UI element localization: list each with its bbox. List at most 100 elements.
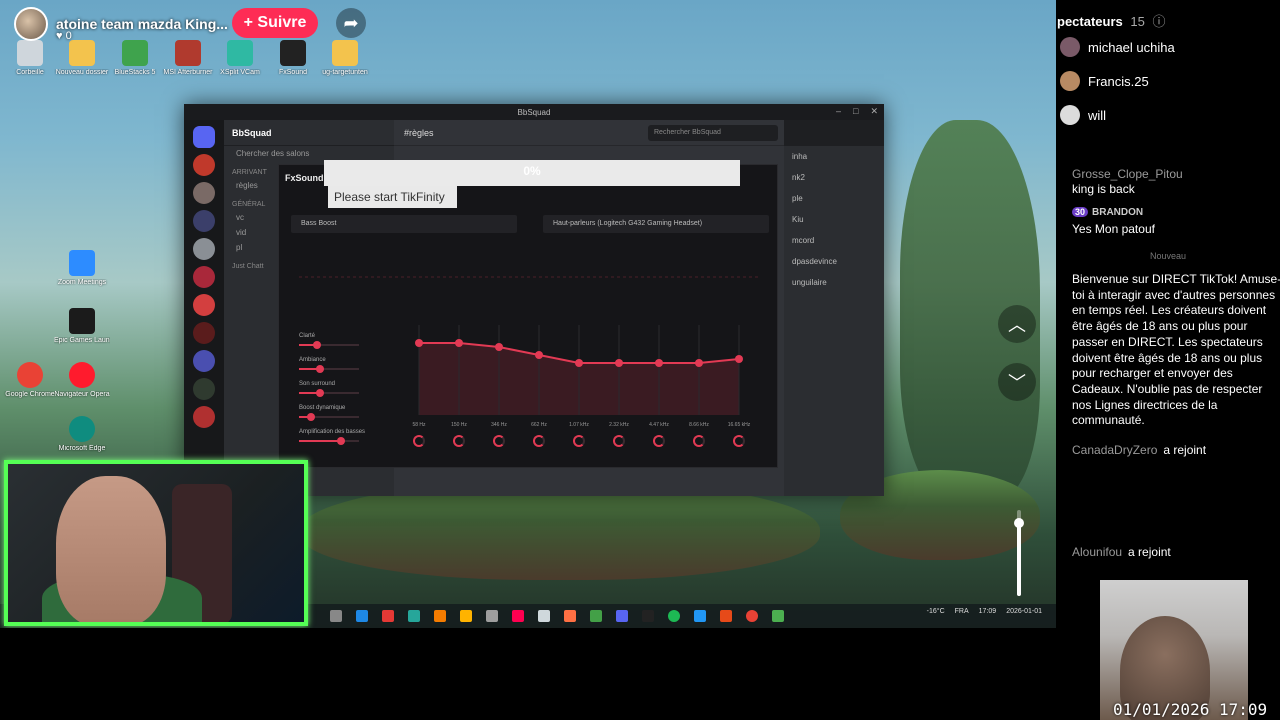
top-viewer[interactable]: will <box>1060 104 1106 126</box>
desktop-icon[interactable]: XSplit VCam <box>212 38 268 94</box>
chevron-up-icon[interactable]: ︿ <box>998 305 1036 343</box>
eq-band-handle[interactable] <box>495 343 503 351</box>
desktop-icon[interactable]: Navigateur Opera <box>54 360 110 416</box>
server-icon[interactable] <box>193 154 215 176</box>
volume-knob[interactable] <box>1014 517 1024 528</box>
eq-band-knob[interactable] <box>573 435 585 447</box>
member-item[interactable]: inha <box>784 146 884 167</box>
slider-knob[interactable] <box>313 341 321 349</box>
slider-knob[interactable] <box>307 413 315 421</box>
member-item[interactable]: Kiu <box>784 209 884 230</box>
spotify-icon[interactable] <box>668 610 680 622</box>
eq-band-knob[interactable] <box>653 435 665 447</box>
app-icon[interactable] <box>720 610 732 622</box>
app-icon[interactable] <box>564 610 576 622</box>
maximize-icon[interactable]: □ <box>853 106 858 117</box>
folder-icon[interactable] <box>460 610 472 622</box>
member-item[interactable]: ple <box>784 188 884 209</box>
slider-knob[interactable] <box>316 389 324 397</box>
viewer-count[interactable]: pectateurs 15 ⓘ <box>1057 11 1165 30</box>
effect-slider[interactable] <box>299 341 359 349</box>
desktop-icon[interactable]: Epic Games Launcher <box>54 306 110 362</box>
eq-band-handle[interactable] <box>455 339 463 347</box>
server-icon[interactable] <box>193 238 215 260</box>
desktop-icon[interactable]: Zoom Meetings <box>54 248 110 304</box>
server-icon[interactable] <box>193 322 215 344</box>
app-icon[interactable] <box>538 610 550 622</box>
eq-band-knob[interactable] <box>493 435 505 447</box>
eq-band-handle[interactable] <box>615 359 623 367</box>
app-icon[interactable] <box>772 610 784 622</box>
chevron-down-icon[interactable]: ﹀ <box>998 363 1036 401</box>
eq-band-handle[interactable] <box>535 351 543 359</box>
streamer-avatar[interactable] <box>14 7 48 41</box>
eq-band-handle[interactable] <box>655 359 663 367</box>
app-icon[interactable] <box>694 610 706 622</box>
desktop-icon[interactable]: Google Chrome <box>2 360 58 416</box>
eq-band-knob[interactable] <box>613 435 625 447</box>
eq-band-handle[interactable] <box>695 359 703 367</box>
server-icon[interactable] <box>193 378 215 400</box>
effect-slider[interactable] <box>299 365 359 373</box>
member-item[interactable]: mcord <box>784 230 884 251</box>
eq-band-knob[interactable] <box>533 435 545 447</box>
tray-time[interactable]: 17:09 <box>979 608 997 615</box>
language-indicator[interactable]: FRA <box>955 608 969 615</box>
weather-temp[interactable]: -16°C <box>927 608 945 615</box>
minimize-icon[interactable]: – <box>836 106 841 117</box>
eq-band-handle[interactable] <box>575 359 583 367</box>
top-viewer[interactable]: michael uchiha <box>1060 36 1175 58</box>
desktop-icon[interactable]: Corbeille <box>2 38 58 94</box>
eq-band-knob[interactable] <box>733 435 745 447</box>
app-icon[interactable] <box>434 610 446 622</box>
chat-username[interactable]: Grosse_Clope_Pitou <box>1072 167 1183 181</box>
tiktok-icon[interactable] <box>512 610 524 622</box>
slider-knob[interactable] <box>316 365 324 373</box>
channel-search[interactable]: Chercher des salons <box>224 146 394 161</box>
share-icon[interactable]: ➦ <box>336 8 366 38</box>
fxsound-icon[interactable] <box>642 610 654 622</box>
server-icon[interactable] <box>193 350 215 372</box>
streamer-info[interactable]: atoine team mazda King... ♥ 0 <box>14 7 228 42</box>
effect-slider[interactable] <box>299 437 359 445</box>
chrome-icon[interactable] <box>746 610 758 622</box>
xbox-icon[interactable] <box>590 610 602 622</box>
desktop-icon[interactable]: BlueStacks 5 <box>107 38 163 94</box>
server-name[interactable]: BbSquad <box>224 120 394 146</box>
app-icon[interactable] <box>382 610 394 622</box>
member-item[interactable]: unguilaire <box>784 272 884 293</box>
chat-username[interactable]: 30 BRANDON <box>1072 207 1143 218</box>
server-icon[interactable] <box>193 210 215 232</box>
follow-button[interactable]: + Suivre <box>232 8 318 38</box>
eq-band-knob[interactable] <box>453 435 465 447</box>
tray-date[interactable]: 2026-01-01 <box>1006 608 1042 615</box>
app-icon[interactable] <box>356 610 368 622</box>
effect-slider[interactable] <box>299 413 359 421</box>
eq-band-knob[interactable] <box>693 435 705 447</box>
eq-band-handle[interactable] <box>735 355 743 363</box>
help-icon[interactable]: ⓘ <box>1152 14 1165 29</box>
app-icon[interactable] <box>486 610 498 622</box>
effect-slider[interactable] <box>299 389 359 397</box>
eq-band-knob[interactable] <box>413 435 425 447</box>
server-icon[interactable] <box>193 294 215 316</box>
member-item[interactable]: nk2 <box>784 167 884 188</box>
server-icon[interactable] <box>193 406 215 428</box>
desktop-icon[interactable]: ug-targetunten <box>317 38 373 94</box>
server-icon[interactable] <box>193 266 215 288</box>
streamer-name[interactable]: atoine team mazda King... <box>56 16 228 32</box>
discord-icon[interactable] <box>616 610 628 622</box>
desktop-icon[interactable]: FxSound <box>265 38 321 94</box>
eq-band-handle[interactable] <box>415 339 423 347</box>
top-viewer[interactable]: Francis.25 <box>1060 70 1149 92</box>
volume-slider[interactable] <box>1014 510 1024 596</box>
discord-search-input[interactable]: Rechercher BbSquad <box>648 125 778 141</box>
slider-knob[interactable] <box>337 437 345 445</box>
search-icon[interactable] <box>330 610 342 622</box>
close-icon[interactable]: ✕ <box>870 106 878 117</box>
desktop-icon[interactable]: MSI Afterburner <box>160 38 216 94</box>
member-item[interactable]: dpasdevince <box>784 251 884 272</box>
discord-home-icon[interactable] <box>193 126 215 148</box>
server-icon[interactable] <box>193 182 215 204</box>
desktop-icon[interactable]: Nouveau dossier <box>54 38 110 94</box>
